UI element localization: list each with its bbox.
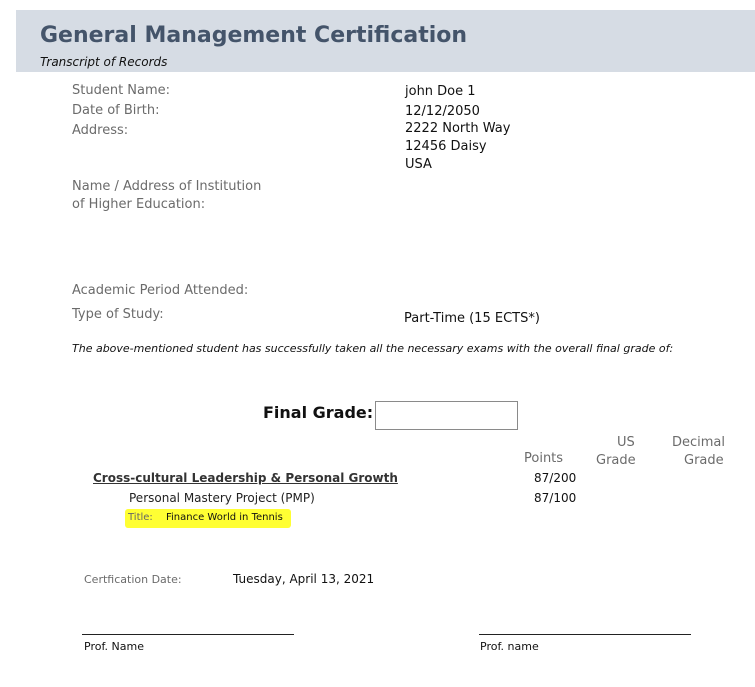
certification-date-value: Tuesday, April 13, 2021 [233, 572, 375, 586]
final-grade-label: Final Grade: [263, 403, 374, 422]
points-column-header: Points [524, 451, 564, 466]
project-points: 87/100 [534, 491, 577, 505]
document-title: General Management Certification [40, 23, 468, 48]
study-type-label: Type of Study: [72, 307, 164, 322]
module-points: 87/200 [534, 471, 577, 485]
project-title-label: Title: [128, 512, 153, 523]
project-title-value: Finance World in Tennis [166, 512, 283, 523]
final-grade-box [375, 401, 518, 430]
module-name: Cross-cultural Leadership & Personal Gro… [93, 471, 398, 485]
project-name: Personal Mastery Project (PMP) [129, 491, 315, 505]
student-name-value: john Doe 1 [405, 84, 476, 99]
us-grade-header-line1: US [617, 435, 635, 450]
dob-value: 12/12/2050 [405, 104, 480, 119]
decimal-grade-header-line1: Decimal [672, 435, 726, 450]
address-line-1: 2222 North Way [405, 121, 511, 136]
signature-label-right: Prof. name [480, 640, 539, 653]
address-label: Address: [72, 123, 129, 138]
document-subtitle: Transcript of Records [40, 55, 168, 69]
academic-period-label: Academic Period Attended: [72, 283, 249, 298]
signature-line-right [479, 634, 691, 635]
address-line-3: USA [405, 157, 432, 172]
study-type-value: Part-Time (15 ECTS*) [404, 311, 540, 326]
certification-date-label: Certfication Date: [84, 573, 182, 586]
us-grade-header-line2: Grade [596, 453, 636, 468]
signature-line-left [82, 634, 294, 635]
institution-label-line2: of Higher Education: [72, 197, 206, 212]
decimal-grade-header-line2: Grade [684, 453, 724, 468]
completion-statement: The above-mentioned student has successf… [72, 342, 674, 355]
institution-label-line1: Name / Address of Institution [72, 179, 262, 194]
dob-label: Date of Birth: [72, 103, 160, 118]
address-line-2: 12456 Daisy [405, 139, 487, 154]
signature-label-left: Prof. Name [84, 640, 144, 653]
student-name-label: Student Name: [72, 83, 171, 98]
